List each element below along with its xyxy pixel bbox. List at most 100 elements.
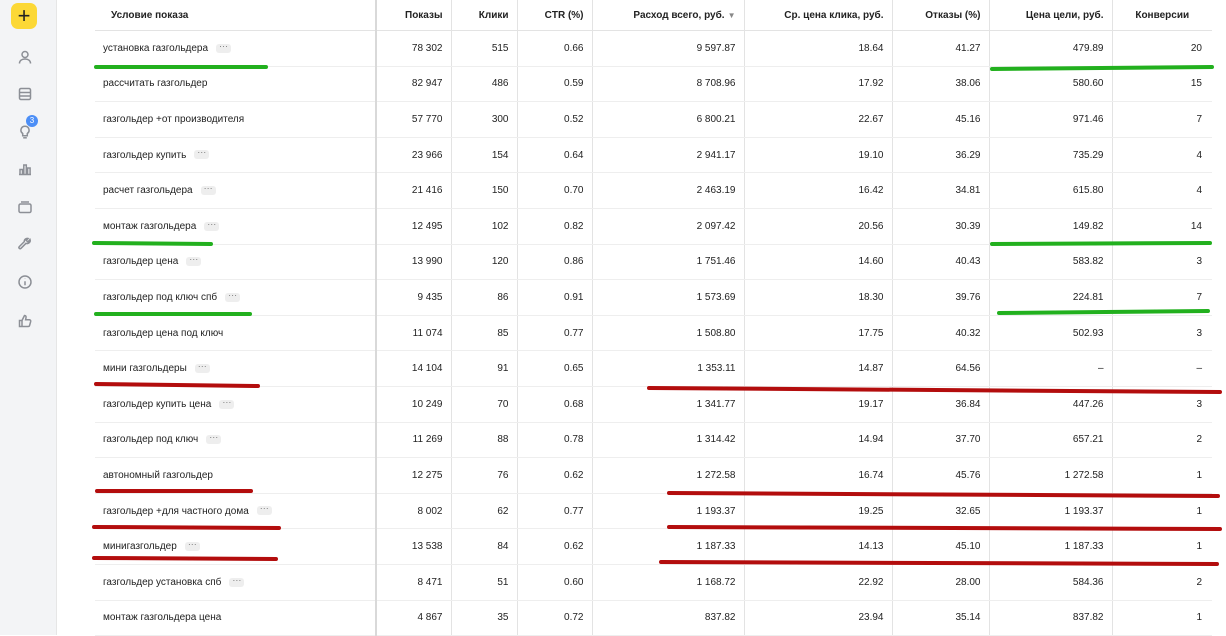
cpc-cell: 14.13 [744, 528, 893, 565]
table-row[interactable]: газгольдер под ключ ··· 11 269 88 0.78 1 314.… [95, 422, 1212, 459]
condition-label: монтаж газгольдера цена [103, 612, 222, 624]
table-row[interactable]: расчет газгольдера ··· 21 416 150 0.70 2 463.… [95, 172, 1212, 209]
conversions-cell: 3 [1112, 386, 1212, 423]
more-options-icon[interactable]: ··· [186, 255, 202, 267]
column-header-goal-price[interactable]: Цена цели, руб. [989, 0, 1113, 31]
shows-cell: 14 104 [376, 350, 452, 387]
table-row[interactable]: газгольдер под ключ спб ··· 9 435 86 0.91 1 5… [95, 279, 1212, 316]
condition-cell: газгольдер +для частного дома ··· [95, 493, 377, 530]
table-row[interactable]: монтаж газгольдера ··· 12 495 102 0.82 2 097.… [95, 208, 1212, 245]
conversions-cell: 1 [1112, 457, 1212, 494]
condition-label: газгольдер купить [103, 149, 187, 161]
bar-chart-icon[interactable] [14, 158, 36, 180]
more-options-icon[interactable]: ··· [225, 290, 241, 302]
more-options-icon[interactable]: ··· [194, 362, 210, 373]
table-row[interactable]: рассчитать газгольдер 82 947 486 0.59 8 708.… [95, 66, 1212, 103]
table-row[interactable]: мини газгольдеры ··· 14 104 91 0.65 1 353.11 1… [95, 350, 1212, 387]
column-header-cpc[interactable]: Ср. цена клика, руб. [744, 0, 893, 31]
ctr-cell: 0.78 [517, 422, 593, 459]
cpc-cell: 22.67 [744, 101, 893, 138]
table-row[interactable]: газгольдер цена ··· 13 990 120 0.86 1 751.46 1… [95, 244, 1212, 281]
column-header-condition[interactable]: Условие показа [95, 0, 377, 31]
table-row[interactable]: газгольдер купить ··· 23 966 154 0.64 2 941.1… [95, 137, 1212, 174]
conversions-cell: 2 [1112, 564, 1212, 601]
goal-price-cell: 657.21 [989, 422, 1113, 459]
clicks-cell: 120 [451, 244, 518, 281]
more-options-icon[interactable]: ··· [256, 504, 272, 516]
ctr-cell: 0.52 [517, 101, 593, 138]
more-options-icon[interactable]: ··· [184, 539, 200, 551]
more-options-icon[interactable]: ··· [204, 219, 220, 231]
column-header-shows[interactable]: Показы [376, 0, 452, 31]
condition-label: автономный газгольдер [103, 469, 213, 481]
column-header-spend[interactable]: Расход всего, руб. ▼ [592, 0, 745, 31]
info-icon[interactable] [14, 271, 36, 293]
shows-cell: 57 770 [376, 101, 452, 138]
condition-label: газгольдер установка спб [103, 576, 222, 588]
table-row[interactable]: газгольдер цена под ключ 11 074 85 0.77 1 50… [95, 315, 1212, 352]
cpc-cell: 18.30 [744, 279, 893, 316]
more-options-icon[interactable]: ··· [206, 433, 222, 445]
lightbulb-icon[interactable]: 3 [14, 115, 38, 143]
column-header-conversions[interactable]: Конверсии [1112, 0, 1212, 31]
goal-price-cell: 735.29 [989, 137, 1113, 174]
conversions-cell: 4 [1112, 172, 1212, 209]
condition-cell: газгольдер под ключ ··· [95, 422, 377, 459]
condition-cell: минигазгольдер ··· [95, 528, 377, 565]
table-row[interactable]: минигазгольдер ··· 13 538 84 0.62 1 187.33 14.… [95, 528, 1212, 565]
bounce-cell: 32.65 [892, 493, 990, 530]
clicks-cell: 86 [451, 279, 518, 316]
condition-cell: монтаж газгольдера цена [95, 600, 377, 636]
sort-desc-icon[interactable]: ▼ [728, 11, 736, 20]
thumbs-up-icon[interactable] [14, 310, 36, 332]
table-row[interactable]: монтаж газгольдера цена 4 867 35 0.72 837.82… [95, 600, 1212, 636]
column-header-clicks[interactable]: Клики [451, 0, 518, 31]
cpc-cell: 16.42 [744, 172, 893, 209]
more-options-icon[interactable]: ··· [194, 148, 210, 160]
ctr-cell: 0.91 [517, 279, 593, 316]
column-header-bounce[interactable]: Отказы (%) [892, 0, 990, 31]
column-header-ctr[interactable]: CTR (%) [517, 0, 593, 31]
more-options-icon[interactable]: ··· [229, 575, 245, 587]
bounce-cell: 36.84 [892, 386, 990, 423]
goal-price-cell: 837.82 [989, 600, 1113, 636]
table-row[interactable]: газгольдер +от производителя 57 770 300 0.5… [95, 101, 1212, 138]
bounce-cell: 40.43 [892, 244, 990, 281]
cpc-cell: 20.56 [744, 208, 893, 245]
conversions-cell: 1 [1112, 528, 1212, 565]
user-icon[interactable] [14, 46, 36, 68]
more-options-icon[interactable]: ··· [216, 41, 232, 53]
condition-label: газгольдер цена [103, 256, 179, 268]
condition-cell: расчет газгольдера ··· [95, 172, 377, 209]
cpc-cell: 14.87 [744, 350, 893, 387]
briefcase-icon[interactable] [14, 196, 36, 218]
wrench-icon[interactable] [14, 233, 36, 255]
goal-price-cell: 447.26 [989, 386, 1113, 423]
table-row[interactable]: газгольдер +для частного дома ··· 8 002 62 0… [95, 493, 1212, 530]
cpc-cell: 14.94 [744, 422, 893, 459]
conversions-cell: 20 [1112, 30, 1212, 67]
column-header-spend-label: Расход всего, руб. [633, 9, 725, 21]
table-row[interactable]: газгольдер установка спб ··· 8 471 51 0.60 1 … [95, 564, 1212, 601]
condition-cell: газгольдер цена под ключ [95, 315, 377, 352]
bounce-cell: 38.06 [892, 66, 990, 103]
more-options-icon[interactable]: ··· [219, 397, 235, 409]
ctr-cell: 0.62 [517, 457, 593, 494]
conversions-cell: 15 [1112, 66, 1212, 103]
cpc-cell: 18.64 [744, 30, 893, 67]
table-row[interactable]: газгольдер купить цена ··· 10 249 70 0.68 1 3… [95, 386, 1212, 423]
clicks-cell: 76 [451, 457, 518, 494]
cpc-cell: 23.94 [744, 600, 893, 636]
bounce-cell: 45.10 [892, 528, 990, 565]
table-row[interactable]: автономный газгольдер 12 275 76 0.62 1 272.5… [95, 457, 1212, 494]
table-row[interactable]: установка газгольдера ··· 78 302 515 0.66 9 5… [95, 30, 1212, 67]
condition-label: газгольдер +для частного дома [103, 505, 249, 517]
spend-cell: 1 508.80 [592, 315, 745, 352]
conversions-cell: 4 [1112, 137, 1212, 174]
add-button[interactable]: + [11, 3, 37, 29]
more-options-icon[interactable]: ··· [200, 184, 216, 196]
shows-cell: 4 867 [376, 600, 452, 636]
goal-price-cell: 479.89 [989, 30, 1113, 67]
condition-cell: газгольдер цена ··· [95, 244, 377, 281]
list-icon[interactable] [14, 83, 36, 105]
